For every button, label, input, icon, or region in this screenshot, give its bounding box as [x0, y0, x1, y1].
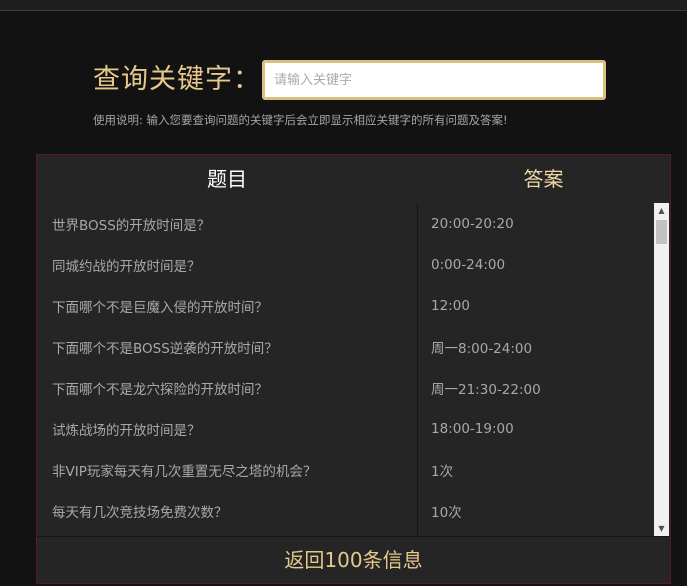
header-answer: 答案 — [523, 167, 564, 191]
table-row: 下面哪个不是BOSS逆袭的开放时间？ 周一8:00-24:00 — [37, 326, 654, 367]
vertical-scrollbar[interactable]: ▲ ▼ — [654, 203, 669, 536]
question-cell: 下面哪个不是BOSS逆袭的开放时间？ — [52, 340, 278, 357]
answer-cell: 周一21:30-22:00 — [431, 381, 541, 398]
search-row: 查询关键字： — [93, 60, 261, 100]
question-cell: 每天有几次竞技场免费次数？ — [52, 504, 228, 521]
question-cell: 下面哪个不是巨魔入侵的开放时间？ — [52, 299, 268, 316]
answer-cell: 周一8:00-24:00 — [431, 340, 533, 357]
answer-cell: 0:00-24:00 — [431, 256, 506, 273]
answer-cell: 10次 — [431, 504, 462, 521]
question-cell: 非VIP玩家每天有几次重置无尽之塔的机会？ — [52, 463, 317, 480]
table-row: 试炼战场的开放时间是？ 18:00-19:00 — [37, 408, 654, 449]
table-row: 世界BOSS的开放时间是？ 20:00-20:20 — [37, 203, 654, 244]
top-bar — [0, 0, 687, 11]
search-input[interactable] — [262, 60, 606, 100]
table-row: 每天有几次竞技场免费次数？ 10次 — [37, 490, 654, 531]
answer-cell: 12:00 — [431, 297, 470, 314]
question-cell: 下面哪个不是龙穴探险的开放时间？ — [52, 381, 268, 398]
question-cell: 同城约战的开放时间是？ — [52, 258, 201, 275]
answer-cell: 18:00-19:00 — [431, 420, 514, 437]
header-question: 题目 — [207, 167, 247, 191]
table-header: 题目 答案 — [37, 155, 670, 203]
results-panel: 题目 答案 世界BOSS的开放时间是？ 20:00-20:20 同城约战的开放时… — [36, 154, 671, 584]
scroll-thumb[interactable] — [656, 220, 667, 244]
table-body[interactable]: 世界BOSS的开放时间是？ 20:00-20:20 同城约战的开放时间是？ 0:… — [37, 203, 654, 536]
answer-cell: 1次 — [431, 463, 454, 480]
table-row: 下面哪个不是龙穴探险的开放时间？ 周一21:30-22:00 — [37, 367, 654, 408]
table-row: 下面哪个不是巨魔入侵的开放时间？ 12:00 — [37, 285, 654, 326]
scroll-down-icon[interactable]: ▼ — [654, 521, 669, 536]
scroll-up-icon[interactable]: ▲ — [654, 203, 669, 218]
table-row: 非VIP玩家每天有几次重置无尽之塔的机会？ 1次 — [37, 449, 654, 490]
answer-cell: 20:00-20:20 — [431, 215, 514, 232]
results-count: 返回100条信息 — [37, 536, 670, 586]
question-cell: 试炼战场的开放时间是？ — [52, 422, 201, 439]
search-label: 查询关键字： — [93, 64, 261, 95]
question-cell: 世界BOSS的开放时间是？ — [52, 217, 211, 234]
table-row: 同城约战的开放时间是？ 0:00-24:00 — [37, 244, 654, 285]
usage-instructions: 使用说明: 输入您要查询问题的关键字后会立即显示相应关键字的所有问题及答案! — [93, 113, 508, 127]
